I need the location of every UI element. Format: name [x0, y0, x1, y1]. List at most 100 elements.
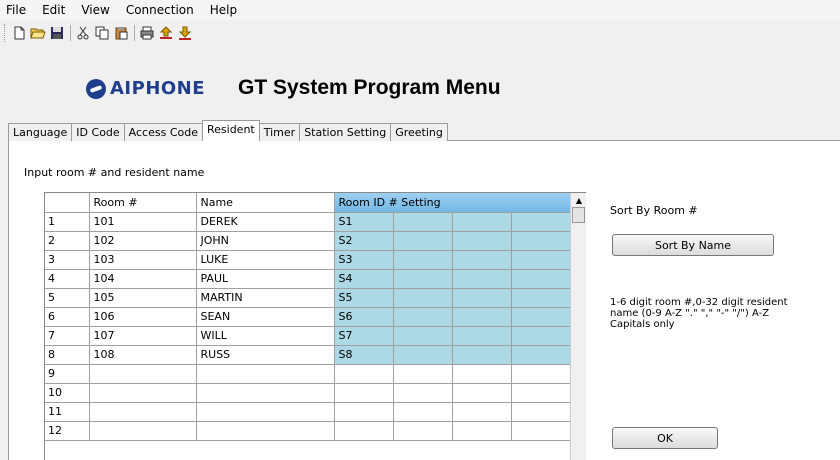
room-id-cell[interactable]	[393, 250, 453, 270]
room-cell[interactable]	[89, 383, 197, 403]
grid-scrollbar[interactable]: ▲	[570, 193, 586, 460]
room-id-cell[interactable]	[511, 345, 572, 365]
room-cell[interactable]: 106	[89, 307, 197, 327]
name-cell[interactable]	[196, 383, 335, 403]
room-id-cell[interactable]	[511, 250, 572, 270]
room-id-cell[interactable]	[452, 421, 512, 441]
room-id-cell[interactable]	[452, 345, 512, 365]
header-name[interactable]: Name	[196, 193, 335, 213]
room-id-cell[interactable]	[511, 402, 572, 422]
name-cell[interactable]: RUSS	[196, 345, 335, 365]
room-id-cell[interactable]: S5	[334, 288, 394, 308]
room-id-cell[interactable]: S4	[334, 269, 394, 289]
room-id-cell[interactable]: S3	[334, 250, 394, 270]
room-id-cell[interactable]	[452, 364, 512, 384]
tab-greeting[interactable]: Greeting	[390, 123, 448, 141]
paste-icon[interactable]	[112, 24, 130, 42]
room-id-cell[interactable]	[393, 345, 453, 365]
room-id-cell[interactable]	[393, 402, 453, 422]
scroll-thumb[interactable]	[572, 207, 585, 223]
sort-by-name-button[interactable]: Sort By Name	[612, 234, 774, 256]
tab-language[interactable]: Language	[8, 123, 73, 141]
room-id-cell[interactable]	[511, 212, 572, 232]
room-id-cell[interactable]: S1	[334, 212, 394, 232]
name-cell[interactable]	[196, 402, 335, 422]
room-cell[interactable]: 105	[89, 288, 197, 308]
name-cell[interactable]	[196, 421, 335, 441]
room-id-cell[interactable]	[452, 288, 512, 308]
room-id-cell[interactable]	[511, 383, 572, 403]
room-id-cell[interactable]: S8	[334, 345, 394, 365]
save-icon[interactable]	[48, 24, 66, 42]
room-cell[interactable]: 107	[89, 326, 197, 346]
room-id-cell[interactable]	[511, 364, 572, 384]
room-id-cell[interactable]	[393, 383, 453, 403]
room-id-cell[interactable]	[334, 364, 394, 384]
menu-file[interactable]: File	[6, 3, 26, 17]
room-id-cell[interactable]	[393, 288, 453, 308]
menu-connection[interactable]: Connection	[126, 3, 194, 17]
room-cell[interactable]: 104	[89, 269, 197, 289]
room-id-cell[interactable]	[334, 421, 394, 441]
room-id-cell[interactable]: S2	[334, 231, 394, 251]
room-id-cell[interactable]	[393, 307, 453, 327]
room-id-cell[interactable]	[393, 421, 453, 441]
tab-id-code[interactable]: ID Code	[71, 123, 125, 141]
ok-button[interactable]: OK	[612, 427, 718, 449]
room-id-cell[interactable]	[452, 250, 512, 270]
room-id-cell[interactable]	[334, 402, 394, 422]
room-id-cell[interactable]	[452, 269, 512, 289]
download-icon[interactable]	[176, 24, 194, 42]
room-id-cell[interactable]	[511, 421, 572, 441]
room-id-cell[interactable]	[393, 364, 453, 384]
scroll-up-icon[interactable]: ▲	[571, 193, 587, 207]
name-cell[interactable]: MARTIN	[196, 288, 335, 308]
header-room[interactable]: Room #	[89, 193, 197, 213]
tab-access-code[interactable]: Access Code	[123, 123, 203, 141]
cut-icon[interactable]	[74, 24, 92, 42]
name-cell[interactable]: SEAN	[196, 307, 335, 327]
tab-resident[interactable]: Resident	[202, 120, 260, 141]
name-cell[interactable]: LUKE	[196, 250, 335, 270]
room-cell[interactable]	[89, 402, 197, 422]
room-id-cell[interactable]	[511, 326, 572, 346]
room-id-cell[interactable]	[452, 383, 512, 403]
new-doc-icon[interactable]	[10, 24, 28, 42]
room-id-cell[interactable]	[393, 231, 453, 251]
room-id-cell[interactable]	[452, 231, 512, 251]
name-cell[interactable]: JOHN	[196, 231, 335, 251]
room-id-cell[interactable]	[334, 383, 394, 403]
room-cell[interactable]: 102	[89, 231, 197, 251]
tab-timer[interactable]: Timer	[258, 123, 301, 141]
room-id-cell[interactable]	[511, 307, 572, 327]
menu-help[interactable]: Help	[210, 3, 237, 17]
room-id-cell[interactable]	[452, 307, 512, 327]
room-id-cell[interactable]	[452, 326, 512, 346]
room-cell[interactable]	[89, 364, 197, 384]
menu-view[interactable]: View	[81, 3, 109, 17]
room-cell[interactable]: 101	[89, 212, 197, 232]
room-cell[interactable]: 108	[89, 345, 197, 365]
room-id-cell[interactable]: S6	[334, 307, 394, 327]
room-cell[interactable]	[89, 421, 197, 441]
room-id-cell[interactable]	[393, 212, 453, 232]
room-id-cell[interactable]	[511, 231, 572, 251]
room-id-cell[interactable]	[511, 269, 572, 289]
open-folder-icon[interactable]	[29, 24, 47, 42]
room-id-cell[interactable]	[393, 326, 453, 346]
room-id-cell[interactable]	[393, 269, 453, 289]
upload-icon[interactable]	[157, 24, 175, 42]
room-id-cell[interactable]	[452, 212, 512, 232]
name-cell[interactable]	[196, 364, 335, 384]
copy-icon[interactable]	[93, 24, 111, 42]
room-cell[interactable]: 103	[89, 250, 197, 270]
room-id-cell[interactable]	[511, 288, 572, 308]
room-id-cell[interactable]	[452, 402, 512, 422]
name-cell[interactable]: WILL	[196, 326, 335, 346]
name-cell[interactable]: DEREK	[196, 212, 335, 232]
room-id-cell[interactable]: S7	[334, 326, 394, 346]
header-room-id-setting[interactable]: Room ID # Setting	[334, 193, 572, 213]
name-cell[interactable]: PAUL	[196, 269, 335, 289]
tab-station-setting[interactable]: Station Setting	[299, 123, 392, 141]
print-icon[interactable]	[138, 24, 156, 42]
